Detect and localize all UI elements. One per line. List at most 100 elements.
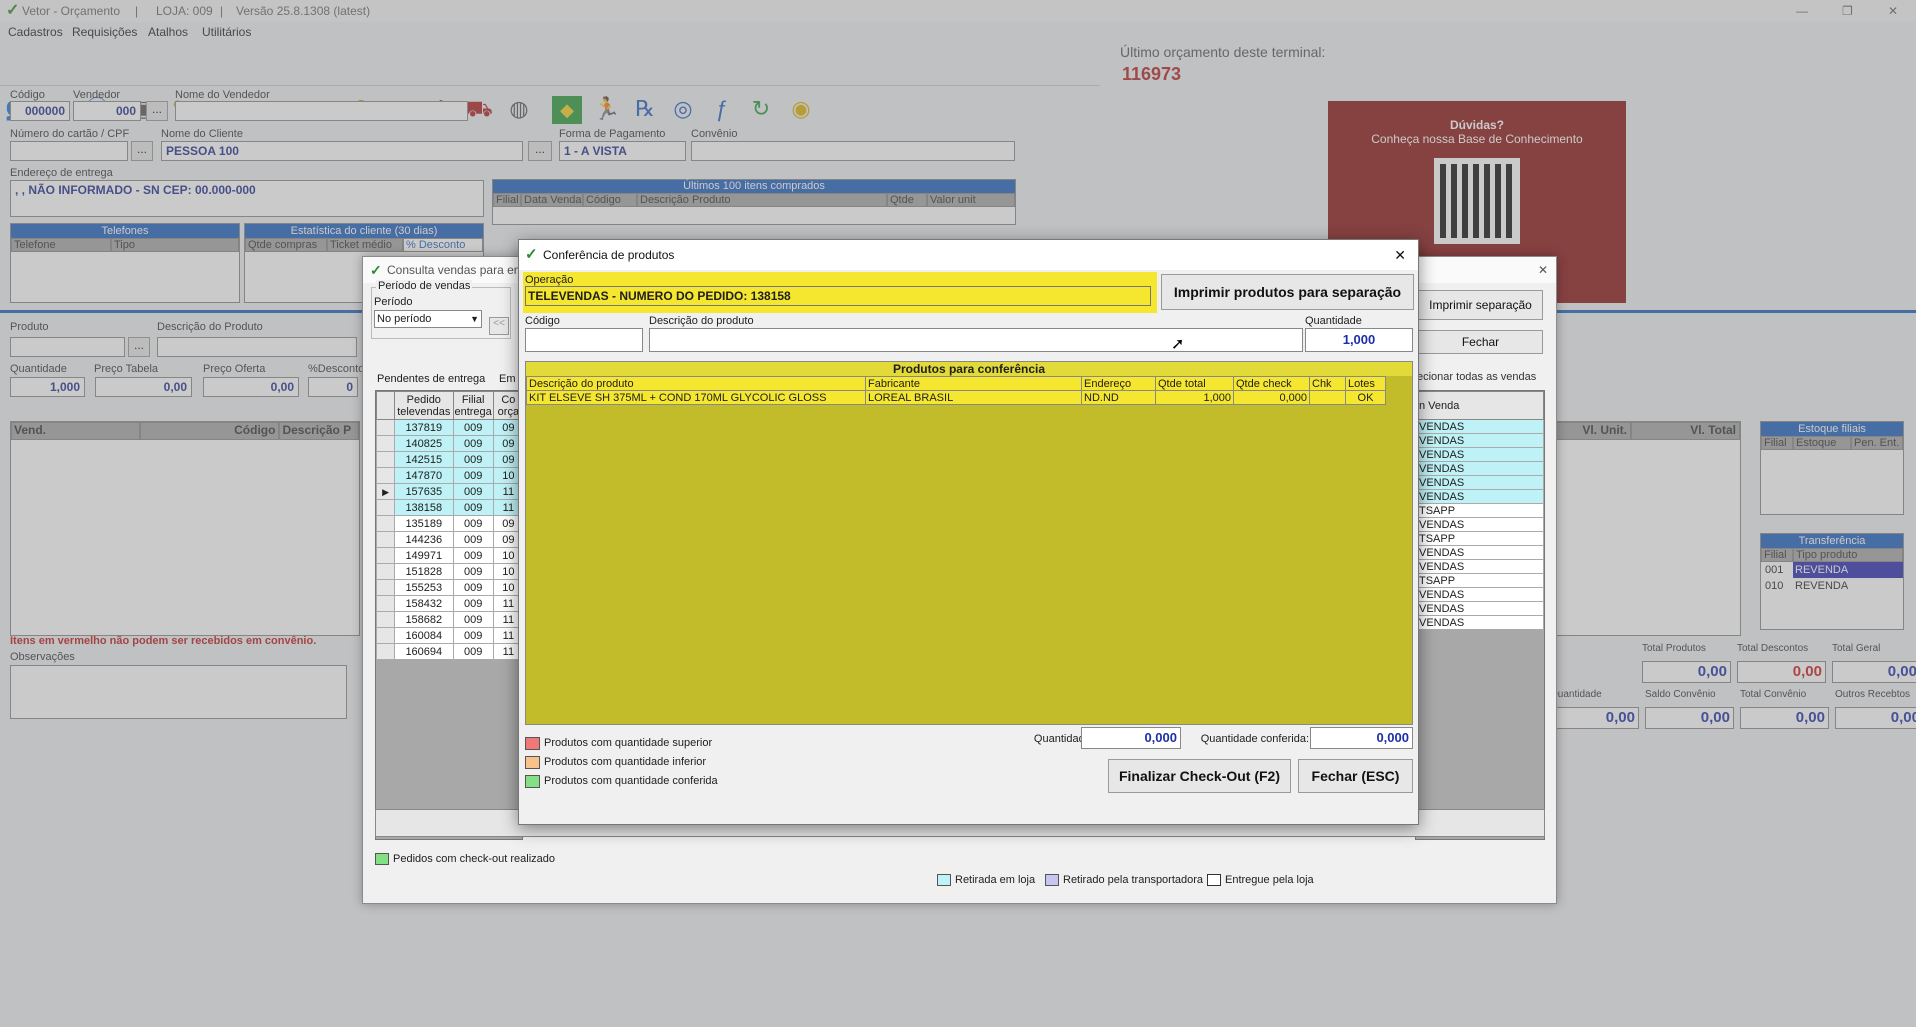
legend-retirada: Retirada em loja bbox=[937, 874, 1035, 887]
transferencia-row[interactable]: 001 REVENDA bbox=[1761, 562, 1903, 578]
nome-cliente-field[interactable]: PESSOA 100 bbox=[161, 141, 523, 161]
pedido-row[interactable]: 151828 009 10 bbox=[375, 563, 525, 580]
convenio-select[interactable] bbox=[691, 141, 1015, 161]
periodo-select[interactable]: No período ▼ bbox=[374, 310, 482, 328]
venda-row[interactable]: VENDAS bbox=[1416, 461, 1544, 476]
last-budget-number: 116973 bbox=[1122, 64, 1182, 84]
runner-icon[interactable]: 🏃 bbox=[590, 92, 624, 126]
pedido-row[interactable]: 155253 009 10 bbox=[375, 579, 525, 596]
pedido-row[interactable]: 149971 009 10 bbox=[375, 547, 525, 564]
codigo-field[interactable]: 000000 bbox=[10, 101, 70, 121]
venda-row[interactable]: VENDAS bbox=[1416, 419, 1544, 434]
pedido-row[interactable]: 144236 009 09 bbox=[375, 531, 525, 548]
codigo-input[interactable] bbox=[525, 328, 643, 352]
pedido-row[interactable]: 160694 009 11 bbox=[375, 643, 525, 660]
consulta-close-button[interactable]: ✕ bbox=[1538, 257, 1548, 283]
dialog-close-button[interactable]: ✕ bbox=[1394, 240, 1406, 270]
consulta-fechar-button[interactable]: Fechar bbox=[1418, 330, 1543, 354]
pedido-row[interactable]: 160084 009 11 bbox=[375, 627, 525, 644]
descricao-produto-field[interactable] bbox=[157, 337, 357, 357]
tab-em[interactable]: Em bbox=[499, 373, 516, 385]
pedido-cell-pedido: 140825 bbox=[394, 435, 454, 452]
menu-cadastros[interactable]: Cadastros bbox=[8, 22, 63, 42]
function-icon[interactable]: ƒ bbox=[704, 92, 738, 126]
observacoes-field[interactable] bbox=[10, 665, 347, 719]
vendedor-lookup-button[interactable]: ... bbox=[146, 101, 168, 121]
preco-tabela-field[interactable]: 0,00 bbox=[95, 377, 192, 397]
pedido-row[interactable]: 142515 009 09 bbox=[375, 451, 525, 468]
tab-pendentes[interactable]: Pendentes de entrega bbox=[377, 373, 485, 385]
pedido-row[interactable]: 135189 009 09 bbox=[375, 515, 525, 532]
descricao-input[interactable] bbox=[649, 328, 1303, 352]
quantidade-input[interactable]: 1,000 bbox=[1305, 328, 1413, 352]
produto-field[interactable] bbox=[10, 337, 125, 357]
pedido-cell-filial: 009 bbox=[452, 451, 494, 468]
legend-entregue: Entregue pela loja bbox=[1207, 874, 1314, 887]
selecionar-todas-label[interactable]: ecionar todas as vendas bbox=[1417, 371, 1536, 383]
row-indicator bbox=[375, 435, 396, 452]
venda-row[interactable]: VENDAS bbox=[1416, 447, 1544, 462]
venda-row[interactable]: VENDAS bbox=[1416, 433, 1544, 448]
preco-oferta-field[interactable]: 0,00 bbox=[203, 377, 299, 397]
globe-icon[interactable]: ◍ bbox=[502, 92, 536, 126]
minimize-button[interactable]: — bbox=[1796, 0, 1808, 22]
desconto-field[interactable]: 0 bbox=[308, 377, 358, 397]
venda-row[interactable]: TSAPP bbox=[1416, 573, 1544, 588]
pedido-row[interactable]: ▶ 157635 009 11 bbox=[375, 483, 525, 500]
venda-row[interactable]: VENDAS bbox=[1416, 559, 1544, 574]
cartao-lookup-button[interactable]: ... bbox=[131, 141, 153, 161]
total-label: Total Convênio bbox=[1740, 689, 1807, 700]
endereco-field[interactable]: , , NÃO INFORMADO - SN CEP: 00.000-000 bbox=[10, 180, 484, 217]
pedido-row[interactable]: 147870 009 10 bbox=[375, 467, 525, 484]
legend-entregue-swatch bbox=[1207, 874, 1221, 887]
target-icon[interactable]: ◎ bbox=[666, 92, 700, 126]
sync-icon[interactable]: ↻ bbox=[744, 92, 778, 126]
pedido-cell-filial: 009 bbox=[452, 643, 494, 660]
menu-requisicoes[interactable]: Requisições bbox=[72, 22, 137, 42]
venda-row[interactable]: VENDAS bbox=[1416, 615, 1544, 630]
row-indicator bbox=[375, 595, 396, 612]
venda-row[interactable]: VENDAS bbox=[1416, 517, 1544, 532]
venda-row[interactable]: VENDAS bbox=[1416, 545, 1544, 560]
vendedor-field[interactable]: 000 bbox=[73, 101, 141, 121]
finalizar-checkout-button[interactable]: Finalizar Check-Out (F2) bbox=[1108, 759, 1291, 793]
quantidade-field[interactable]: 1,000 bbox=[10, 377, 85, 397]
pedido-row[interactable]: 137819 009 09 bbox=[375, 419, 525, 436]
pedido-row[interactable]: 140825 009 09 bbox=[375, 435, 525, 452]
close-window-button[interactable]: ✕ bbox=[1888, 0, 1898, 22]
fechar-dialog-button[interactable]: Fechar (ESC) bbox=[1298, 759, 1413, 793]
venda-row[interactable]: TSAPP bbox=[1416, 531, 1544, 546]
menu-utilitarios[interactable]: Utilitários bbox=[202, 22, 251, 42]
imprimir-separacao-button[interactable]: Imprimir separação bbox=[1418, 290, 1543, 320]
nome-vendedor-field[interactable] bbox=[175, 101, 468, 121]
venda-row[interactable]: TSAPP bbox=[1416, 503, 1544, 518]
venda-row[interactable]: VENDAS bbox=[1416, 475, 1544, 490]
qtd-unitaria-field[interactable]: 0,000 bbox=[1081, 727, 1181, 749]
pedido-cell-pedido: 149971 bbox=[394, 547, 454, 564]
pedido-row[interactable]: 158682 009 11 bbox=[375, 611, 525, 628]
legend-list: Produtos com quantidade superior Produtos… bbox=[525, 734, 825, 791]
produto-lookup-button[interactable]: ... bbox=[128, 337, 150, 357]
conferencia-row[interactable]: KIT ELSEVE SH 375ML + COND 170ML GLYCOLI… bbox=[526, 390, 1386, 405]
pharmacy-icon[interactable]: ℞ bbox=[628, 92, 662, 126]
imprimir-produtos-button[interactable]: Imprimir produtos para separação bbox=[1161, 274, 1414, 310]
pedido-cell-filial: 009 bbox=[452, 515, 494, 532]
brazil-flag-icon[interactable]: ◆ bbox=[552, 96, 582, 124]
venda-row[interactable]: VENDAS bbox=[1416, 587, 1544, 602]
prev-period-button[interactable]: << bbox=[489, 317, 509, 335]
forma-pgto-select[interactable]: 1 - A VISTA bbox=[559, 141, 686, 161]
maximize-button[interactable]: ❐ bbox=[1842, 0, 1853, 22]
pedido-row[interactable]: 158432 009 11 bbox=[375, 595, 525, 612]
menu-atalhos[interactable]: Atalhos bbox=[148, 22, 188, 42]
transferencia-row[interactable]: 010 REVENDA bbox=[1761, 578, 1903, 594]
cartao-field[interactable] bbox=[10, 141, 128, 161]
ultimos-itens-title: Últimos 100 itens comprados bbox=[493, 180, 1015, 193]
pedido-cell-filial: 009 bbox=[452, 611, 494, 628]
qtd-conferida-field[interactable]: 0,000 bbox=[1310, 727, 1413, 749]
venda-row[interactable]: VENDAS bbox=[1416, 489, 1544, 504]
cliente-lookup-button[interactable]: ... bbox=[528, 141, 552, 161]
window-title: Vetor - Orçamento bbox=[22, 4, 121, 18]
venda-row[interactable]: VENDAS bbox=[1416, 601, 1544, 616]
pedido-row[interactable]: 138158 009 11 bbox=[375, 499, 525, 516]
circle-icon[interactable]: ◉ bbox=[784, 92, 818, 126]
